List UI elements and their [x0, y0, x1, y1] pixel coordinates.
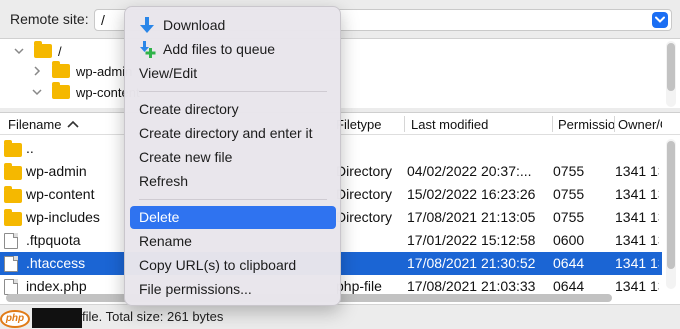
column-header-label: Filetype [336, 117, 382, 132]
menu-item-refresh[interactable]: Refresh [130, 170, 336, 193]
file-owner-cell: 1341 13 [615, 255, 659, 271]
remote-site-label: Remote site: [10, 11, 89, 27]
column-divider[interactable] [404, 116, 405, 132]
file-modified-cell: 04/02/2022 20:37:... [407, 163, 532, 179]
folder-icon-shape [4, 163, 22, 180]
folder-icon [4, 140, 22, 160]
file-icon [4, 233, 18, 249]
menu-item-create-directory-and-enter[interactable]: Create directory and enter it [130, 122, 336, 145]
menu-item-copy-url[interactable]: Copy URL(s) to clipboard [130, 254, 336, 277]
file-permissions-cell: 0644 [553, 255, 585, 271]
file-list-scrollbar[interactable] [666, 139, 676, 289]
menu-item-label: Refresh [139, 173, 189, 189]
column-header-filename[interactable]: Filename [8, 117, 80, 132]
file-modified-cell: 17/08/2021 21:13:05 [407, 209, 536, 225]
chevron-down-icon[interactable] [14, 46, 24, 56]
folder-icon [4, 163, 22, 183]
column-divider[interactable] [614, 116, 615, 132]
menu-item-label: Create new file [139, 149, 233, 165]
column-header-label: Owner/Group [618, 117, 662, 132]
sort-ascending-icon [67, 120, 80, 128]
file-owner-cell: 1341 13 [615, 209, 659, 225]
menu-item-rename[interactable]: Rename [130, 230, 336, 253]
tree-item-wp-admin[interactable]: wp-admin [32, 61, 132, 81]
column-header-label: Permissions [558, 117, 614, 132]
menu-item-add-files-to-queue[interactable]: Add files to queue [130, 38, 336, 61]
file-type-cell: php-file [336, 278, 382, 294]
file-permissions-cell: 0644 [553, 278, 585, 294]
column-header-last-modified[interactable]: Last modified [411, 117, 551, 132]
menu-item-label: File permissions... [139, 281, 252, 297]
tree-item-root[interactable]: / [14, 41, 62, 61]
menu-item-download[interactable]: Download [130, 14, 336, 37]
folder-icon [4, 209, 22, 229]
menu-item-label: Create directory [139, 101, 239, 117]
remote-path-value: / [101, 12, 105, 28]
add-to-queue-icon [140, 41, 156, 58]
download-arrow-icon [140, 17, 154, 33]
column-header-permissions[interactable]: Permissions [558, 117, 614, 132]
column-header-owner-group[interactable]: Owner/Group [618, 117, 662, 132]
menu-item-create-new-file[interactable]: Create new file [130, 146, 336, 169]
php-logo-icon: php [0, 310, 30, 328]
file-type-cell: Directory [336, 209, 393, 225]
menu-item-label: Rename [139, 233, 192, 249]
file-list-scrollbar-thumb[interactable] [667, 141, 675, 269]
menu-item-create-directory[interactable]: Create directory [130, 98, 336, 121]
status-text: file. Total size: 261 bytes [82, 309, 224, 324]
column-header-filetype[interactable]: Filetype [336, 117, 400, 132]
folder-icon-shape [4, 209, 22, 226]
file-owner-cell: 1341 13 [615, 278, 659, 294]
file-modified-cell: 17/01/2022 15:12:58 [407, 232, 536, 248]
column-divider[interactable] [552, 116, 553, 132]
menu-separator [139, 199, 327, 200]
file-permissions-cell: 0755 [553, 163, 585, 179]
menu-item-label: Download [163, 17, 226, 33]
tree-scrollbar-thumb[interactable] [667, 43, 675, 91]
file-type-cell: Directory [336, 186, 393, 202]
chevron-down-icon [655, 16, 665, 23]
file-owner-cell: 1341 13 [615, 163, 659, 179]
redaction-block [32, 308, 82, 328]
file-type-cell: Directory [336, 163, 393, 179]
folder-icon [52, 61, 70, 78]
folder-icon [34, 41, 52, 58]
context-menu: Download Add files to queue View/Edit Cr… [124, 6, 341, 306]
menu-item-file-permissions[interactable]: File permissions... [130, 278, 336, 301]
menu-item-label: Delete [139, 209, 180, 225]
chevron-down-icon[interactable] [32, 87, 42, 97]
chevron-right-icon[interactable] [32, 66, 42, 76]
file-modified-cell: 17/08/2021 21:03:33 [407, 278, 536, 294]
column-header-label: Last modified [411, 117, 489, 132]
menu-separator [139, 91, 327, 92]
menu-item-delete[interactable]: Delete [130, 206, 336, 229]
file-modified-cell: 15/02/2022 16:23:26 [407, 186, 536, 202]
column-header-label: Filename [8, 117, 62, 132]
folder-icon-shape [4, 186, 22, 203]
folder-icon [4, 186, 22, 206]
file-owner-cell: 1341 13 [615, 232, 659, 248]
tree-scrollbar[interactable] [666, 41, 676, 107]
menu-item-label: Copy URL(s) to clipboard [139, 257, 297, 273]
file-icon [4, 279, 18, 295]
file-permissions-cell: 0755 [553, 186, 585, 202]
file-permissions-cell: 0600 [553, 232, 585, 248]
remote-path-dropdown-button[interactable] [652, 12, 668, 28]
folder-icon-shape [4, 140, 22, 157]
menu-item-label: Create directory and enter it [139, 125, 313, 141]
file-permissions-cell: 0755 [553, 209, 585, 225]
menu-item-view-edit[interactable]: View/Edit [130, 62, 336, 85]
file-owner-cell: 1341 13 [615, 186, 659, 202]
tree-item-label: / [58, 43, 62, 59]
file-icon [4, 256, 18, 272]
file-modified-cell: 17/08/2021 21:30:52 [407, 255, 536, 271]
menu-item-label: View/Edit [139, 65, 198, 81]
status-bar: php file. Total size: 261 bytes [0, 304, 680, 329]
menu-item-label: Add files to queue [163, 41, 276, 57]
folder-icon [52, 82, 70, 99]
